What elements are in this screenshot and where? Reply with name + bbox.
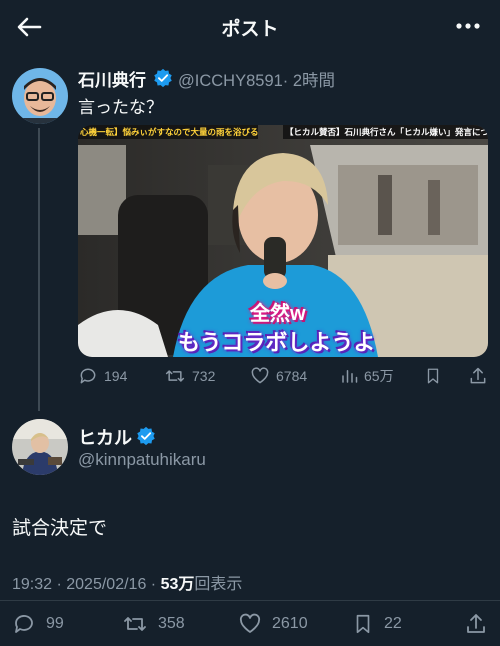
views-chart-icon bbox=[342, 370, 358, 383]
heart-icon bbox=[251, 367, 269, 384]
avatar[interactable] bbox=[12, 68, 68, 124]
bookmark-icon bbox=[427, 368, 439, 384]
more-button[interactable] bbox=[454, 14, 482, 38]
retweet-count: 358 bbox=[158, 615, 185, 632]
action-bar: 99 358 2610 22 bbox=[12, 610, 490, 638]
tweet-media[interactable]: 心機一転】悩みぃがすなので大量の雨を浴びるぞ!! 【ヒカル賛否】石川典行さん「ヒ… bbox=[78, 125, 488, 357]
retweet-icon bbox=[124, 617, 146, 631]
post-timestamp[interactable]: 19:32 · 2025/02/16 · bbox=[12, 576, 161, 593]
retweet-button[interactable]: 358 bbox=[122, 612, 185, 636]
media-subtitle-1: 全然w bbox=[250, 303, 306, 325]
reply-count: 194 bbox=[104, 368, 128, 384]
views-button[interactable]: 65万 bbox=[340, 366, 394, 386]
author-name[interactable]: 石川典行 bbox=[78, 66, 146, 91]
like-count: 2610 bbox=[272, 615, 308, 632]
reply-icon bbox=[15, 615, 33, 633]
more-dots-icon bbox=[456, 23, 480, 29]
view-label: 回表示 bbox=[194, 576, 243, 593]
verified-badge-icon bbox=[137, 426, 155, 446]
thread-line bbox=[38, 128, 40, 411]
bookmark-button[interactable]: 22 bbox=[352, 612, 402, 636]
reply-count: 99 bbox=[46, 615, 64, 632]
avatar-image bbox=[12, 68, 68, 124]
view-count: 65万 bbox=[364, 368, 394, 384]
retweet-icon bbox=[165, 370, 185, 382]
author-handle-time: @ICCHY8591· 2時間 bbox=[178, 67, 335, 91]
reply-button[interactable]: 194 bbox=[78, 366, 127, 386]
avatar[interactable] bbox=[12, 419, 68, 475]
retweet-button[interactable]: 732 bbox=[164, 366, 215, 386]
media-caption-left: 心機一転】悩みぃがすなので大量の雨を浴びるぞ!! bbox=[80, 127, 258, 137]
share-icon bbox=[467, 614, 485, 633]
tweet-meta: 19:32 · 2025/02/16 · 53万回表示 bbox=[12, 570, 242, 594]
post-time: · 2時間 bbox=[282, 72, 336, 90]
like-button[interactable]: 2610 bbox=[238, 612, 308, 636]
share-icon bbox=[470, 367, 486, 384]
media-subtitle-2: もうコラボしようよ bbox=[178, 330, 376, 355]
like-button[interactable]: 6784 bbox=[250, 366, 307, 386]
reply-button[interactable]: 99 bbox=[12, 612, 64, 636]
heart-icon bbox=[239, 613, 261, 633]
share-button[interactable] bbox=[468, 366, 494, 386]
tweet-text: 試合決定で bbox=[12, 518, 108, 539]
divider bbox=[0, 600, 500, 601]
author-name[interactable]: ヒカル bbox=[78, 424, 132, 450]
retweet-count: 732 bbox=[192, 368, 216, 384]
like-count: 6784 bbox=[276, 368, 308, 384]
action-bar: 194 732 6784 65万 bbox=[78, 366, 490, 390]
bookmark-icon bbox=[356, 614, 370, 634]
media-caption-right: 【ヒカル賛否】石川典行さん「ヒカル嫌い」発言について bbox=[285, 127, 488, 137]
view-count: 53万 bbox=[160, 576, 195, 593]
verified-badge-icon bbox=[154, 68, 172, 88]
bookmark-count: 22 bbox=[384, 615, 402, 632]
tweet-text: 言ったな？ bbox=[78, 98, 163, 117]
author-handle[interactable]: @kinnpatuhikaru bbox=[78, 450, 206, 470]
reply-icon bbox=[80, 368, 96, 384]
author-handle[interactable]: @ICCHY8591 bbox=[178, 72, 283, 90]
bookmark-button[interactable] bbox=[424, 366, 448, 386]
avatar-image bbox=[12, 419, 68, 475]
page-title: ポスト bbox=[221, 19, 279, 40]
share-button[interactable] bbox=[464, 612, 498, 636]
